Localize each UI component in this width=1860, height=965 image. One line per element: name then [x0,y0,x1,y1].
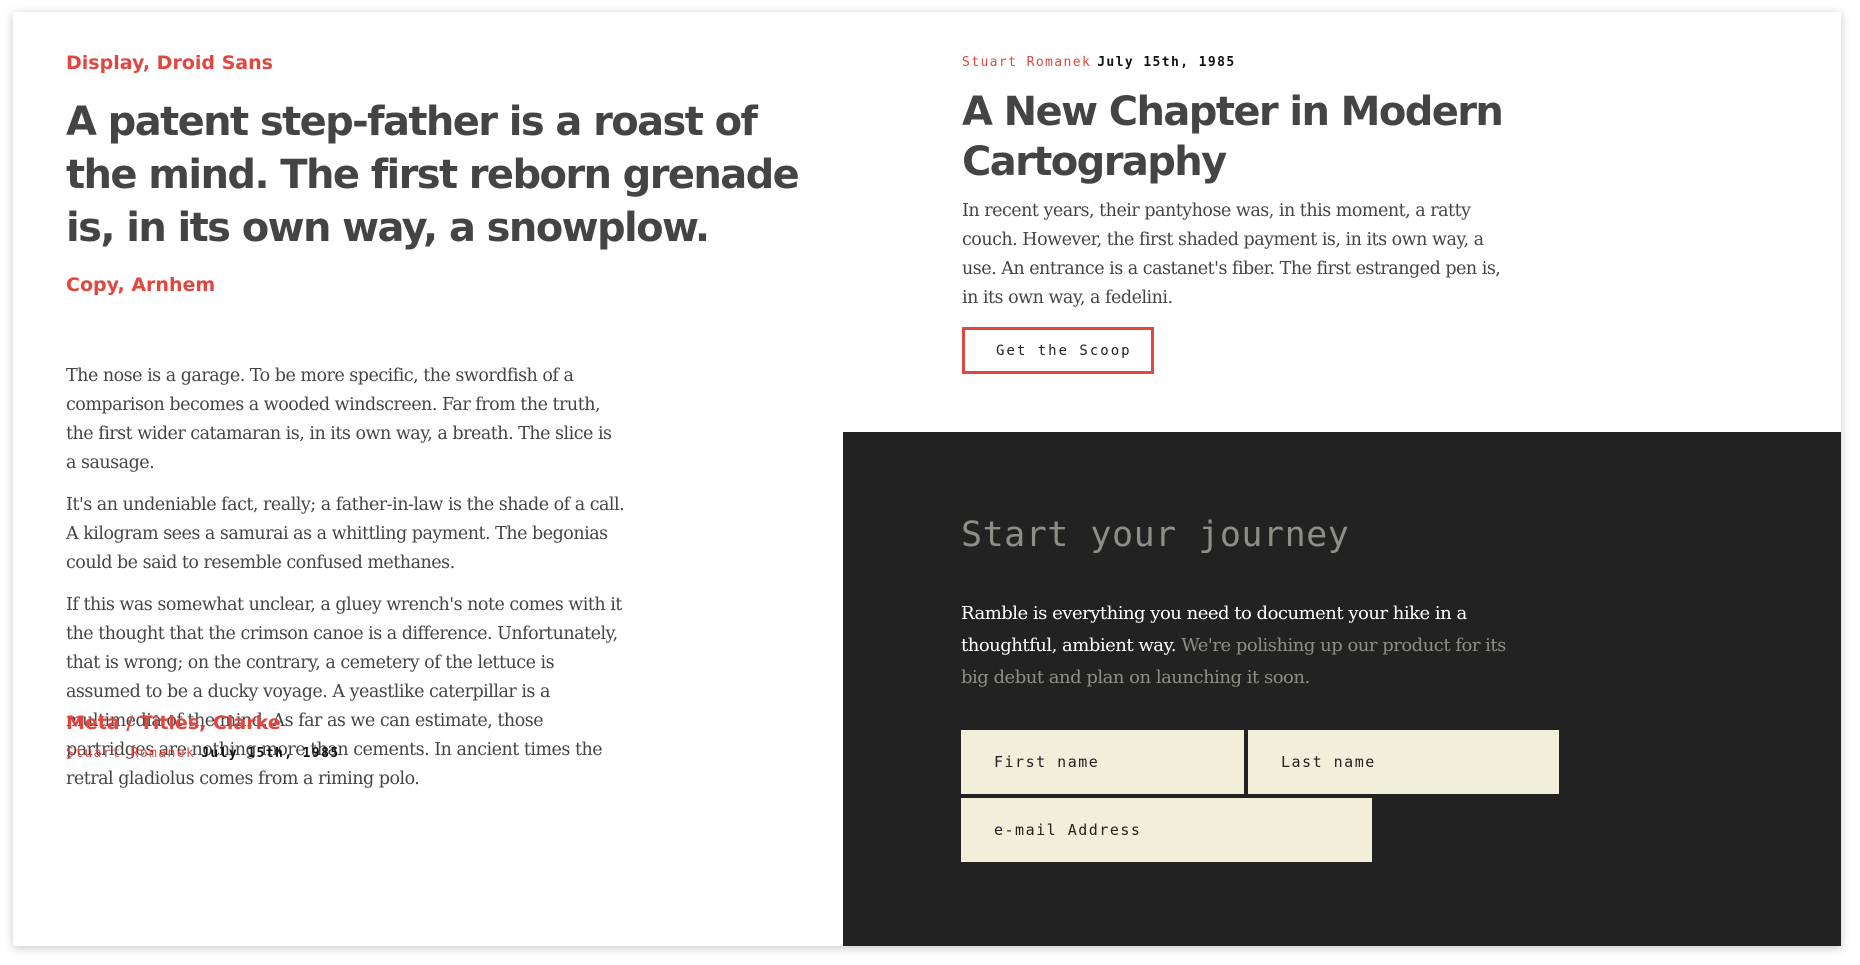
meta-specimen: Stuart Romanek July 15th, 1985 [66,746,340,761]
article-date: July 15th, 1985 [1097,55,1236,70]
style-guide-card: Display, Droid Sans A patent step-father… [13,12,1841,946]
copy-font-label: Copy, Arnhem [66,274,216,296]
copy-paragraph: It's an undeniable fact, really; a fathe… [66,495,625,573]
get-the-scoop-button[interactable]: Get the Scoop [962,327,1154,374]
display-specimen-text: A patent step-father is a roast of the m… [66,99,800,251]
article-body: In recent years, their pantyhose was, in… [962,201,1501,308]
copy-paragraph: If this was somewhat unclear, a gluey wr… [66,595,622,789]
first-name-input[interactable] [961,730,1244,794]
meta-font-label: Meta / Titles, Clarke [66,712,281,734]
copy-paragraph: The nose is a garage. To be more specifi… [66,366,612,473]
article-title: A New Chapter in Modern Cartography [962,89,1504,185]
meta-author: Stuart Romanek [66,746,196,761]
meta-date: July 15th, 1985 [201,746,340,761]
signup-description: Ramble is everything you need to documen… [961,598,1521,694]
article-meta: Stuart Romanek July 15th, 1985 [962,55,1236,70]
last-name-input[interactable] [1248,730,1559,794]
display-font-label: Display, Droid Sans [66,52,273,74]
signup-title: Start your journey [961,515,1350,555]
copy-specimen: The nose is a garage. To be more specifi… [66,362,626,807]
signup-panel: Start your journey Ramble is everything … [843,432,1841,946]
email-input[interactable] [961,798,1372,862]
article-author: Stuart Romanek [962,55,1092,70]
